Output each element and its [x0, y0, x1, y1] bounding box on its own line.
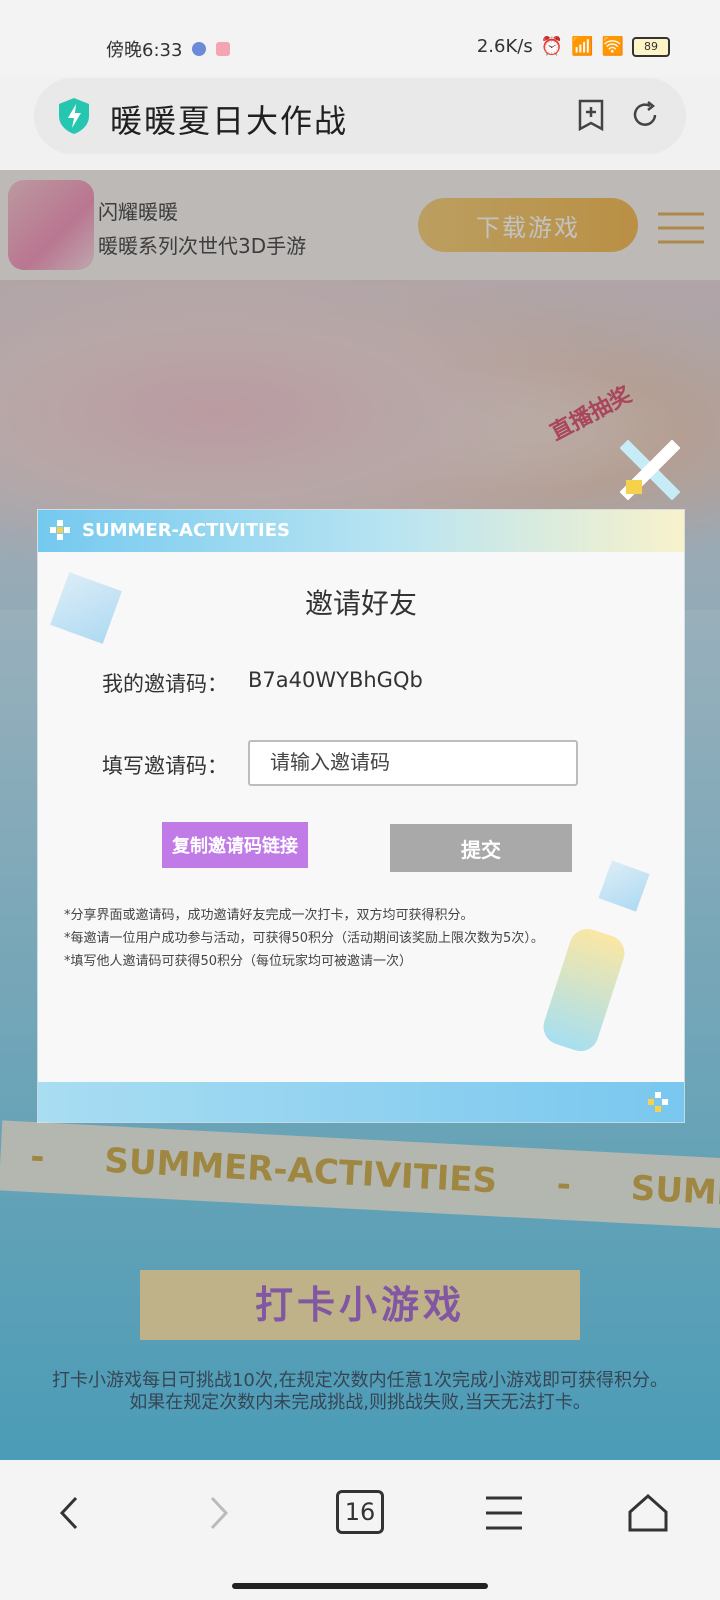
my-invite-code-label: 我的邀请码：	[102, 672, 228, 696]
status-time: 傍晚6:33	[106, 40, 183, 61]
page-title[interactable]: 暖暖夏日大作战	[110, 96, 348, 142]
signal-icon: 📶	[571, 36, 594, 57]
status-bar: 傍晚6:33 2.6K/s ⏰ 📶 🛜 89	[0, 0, 720, 76]
my-invite-code-value: B7a40WYBhGQb	[248, 668, 423, 692]
pixel-cross-icon	[648, 1092, 668, 1112]
invite-code-input[interactable]	[248, 740, 578, 786]
back-arrow-icon[interactable]	[46, 1490, 94, 1536]
forward-arrow-icon[interactable]	[194, 1490, 242, 1536]
status-left: 傍晚6:33	[106, 36, 231, 62]
close-x-icon[interactable]	[620, 440, 680, 500]
add-bookmark-icon[interactable]	[574, 98, 608, 132]
network-speed: 2.6K/s	[476, 36, 533, 57]
submit-button[interactable]: 提交	[390, 824, 572, 872]
copy-invite-link-button[interactable]: 复制邀请码链接	[162, 822, 308, 868]
menu-icon[interactable]	[480, 1490, 528, 1536]
status-right: 2.6K/s ⏰ 📶 🛜 89	[477, 36, 670, 57]
alarm-icon: ⏰	[540, 36, 564, 57]
modal-footer-bar	[38, 1082, 684, 1122]
rule-line: *每邀请一位用户成功参与活动，可获得50积分（活动期间该奖励上限次数为5次）。	[64, 931, 544, 946]
modal-header-bar: SUMMER-ACTIVITIES	[38, 510, 684, 552]
modal-title: 邀请好友	[304, 587, 417, 620]
refresh-icon[interactable]	[628, 98, 662, 132]
camera-notification-icon	[192, 42, 207, 56]
modal-header-label: SUMMER-ACTIVITIES	[82, 520, 291, 541]
address-bar[interactable]: 暖暖夏日大作战	[34, 78, 686, 154]
shield-bolt-icon	[59, 98, 89, 134]
tab-count-button[interactable]: 16	[336, 1490, 384, 1534]
home-indicator[interactable]	[232, 1583, 488, 1589]
invite-friends-modal: SUMMER-ACTIVITIES 邀请好友 我的邀请码： B7a40WYBhG…	[38, 510, 684, 1122]
rule-line: *分享界面或邀请码，成功邀请好友完成一次打卡，双方均可获得积分。	[64, 908, 474, 923]
rule-line: *填写他人邀请码可获得50积分（每位玩家均可被邀请一次）	[64, 954, 413, 969]
wifi-icon: 🛜	[601, 36, 624, 57]
browser-bottom-nav: 16	[0, 1460, 720, 1600]
home-icon[interactable]	[624, 1490, 672, 1536]
battery-indicator: 89	[632, 36, 670, 57]
invite-rules: *分享界面或邀请码，成功邀请好友完成一次打卡，双方均可获得积分。 *每邀请一位用…	[64, 904, 674, 973]
pixel-cross-icon	[50, 520, 70, 540]
app-notification-icon	[216, 42, 231, 56]
fill-invite-code-label: 填写邀请码：	[102, 754, 228, 778]
